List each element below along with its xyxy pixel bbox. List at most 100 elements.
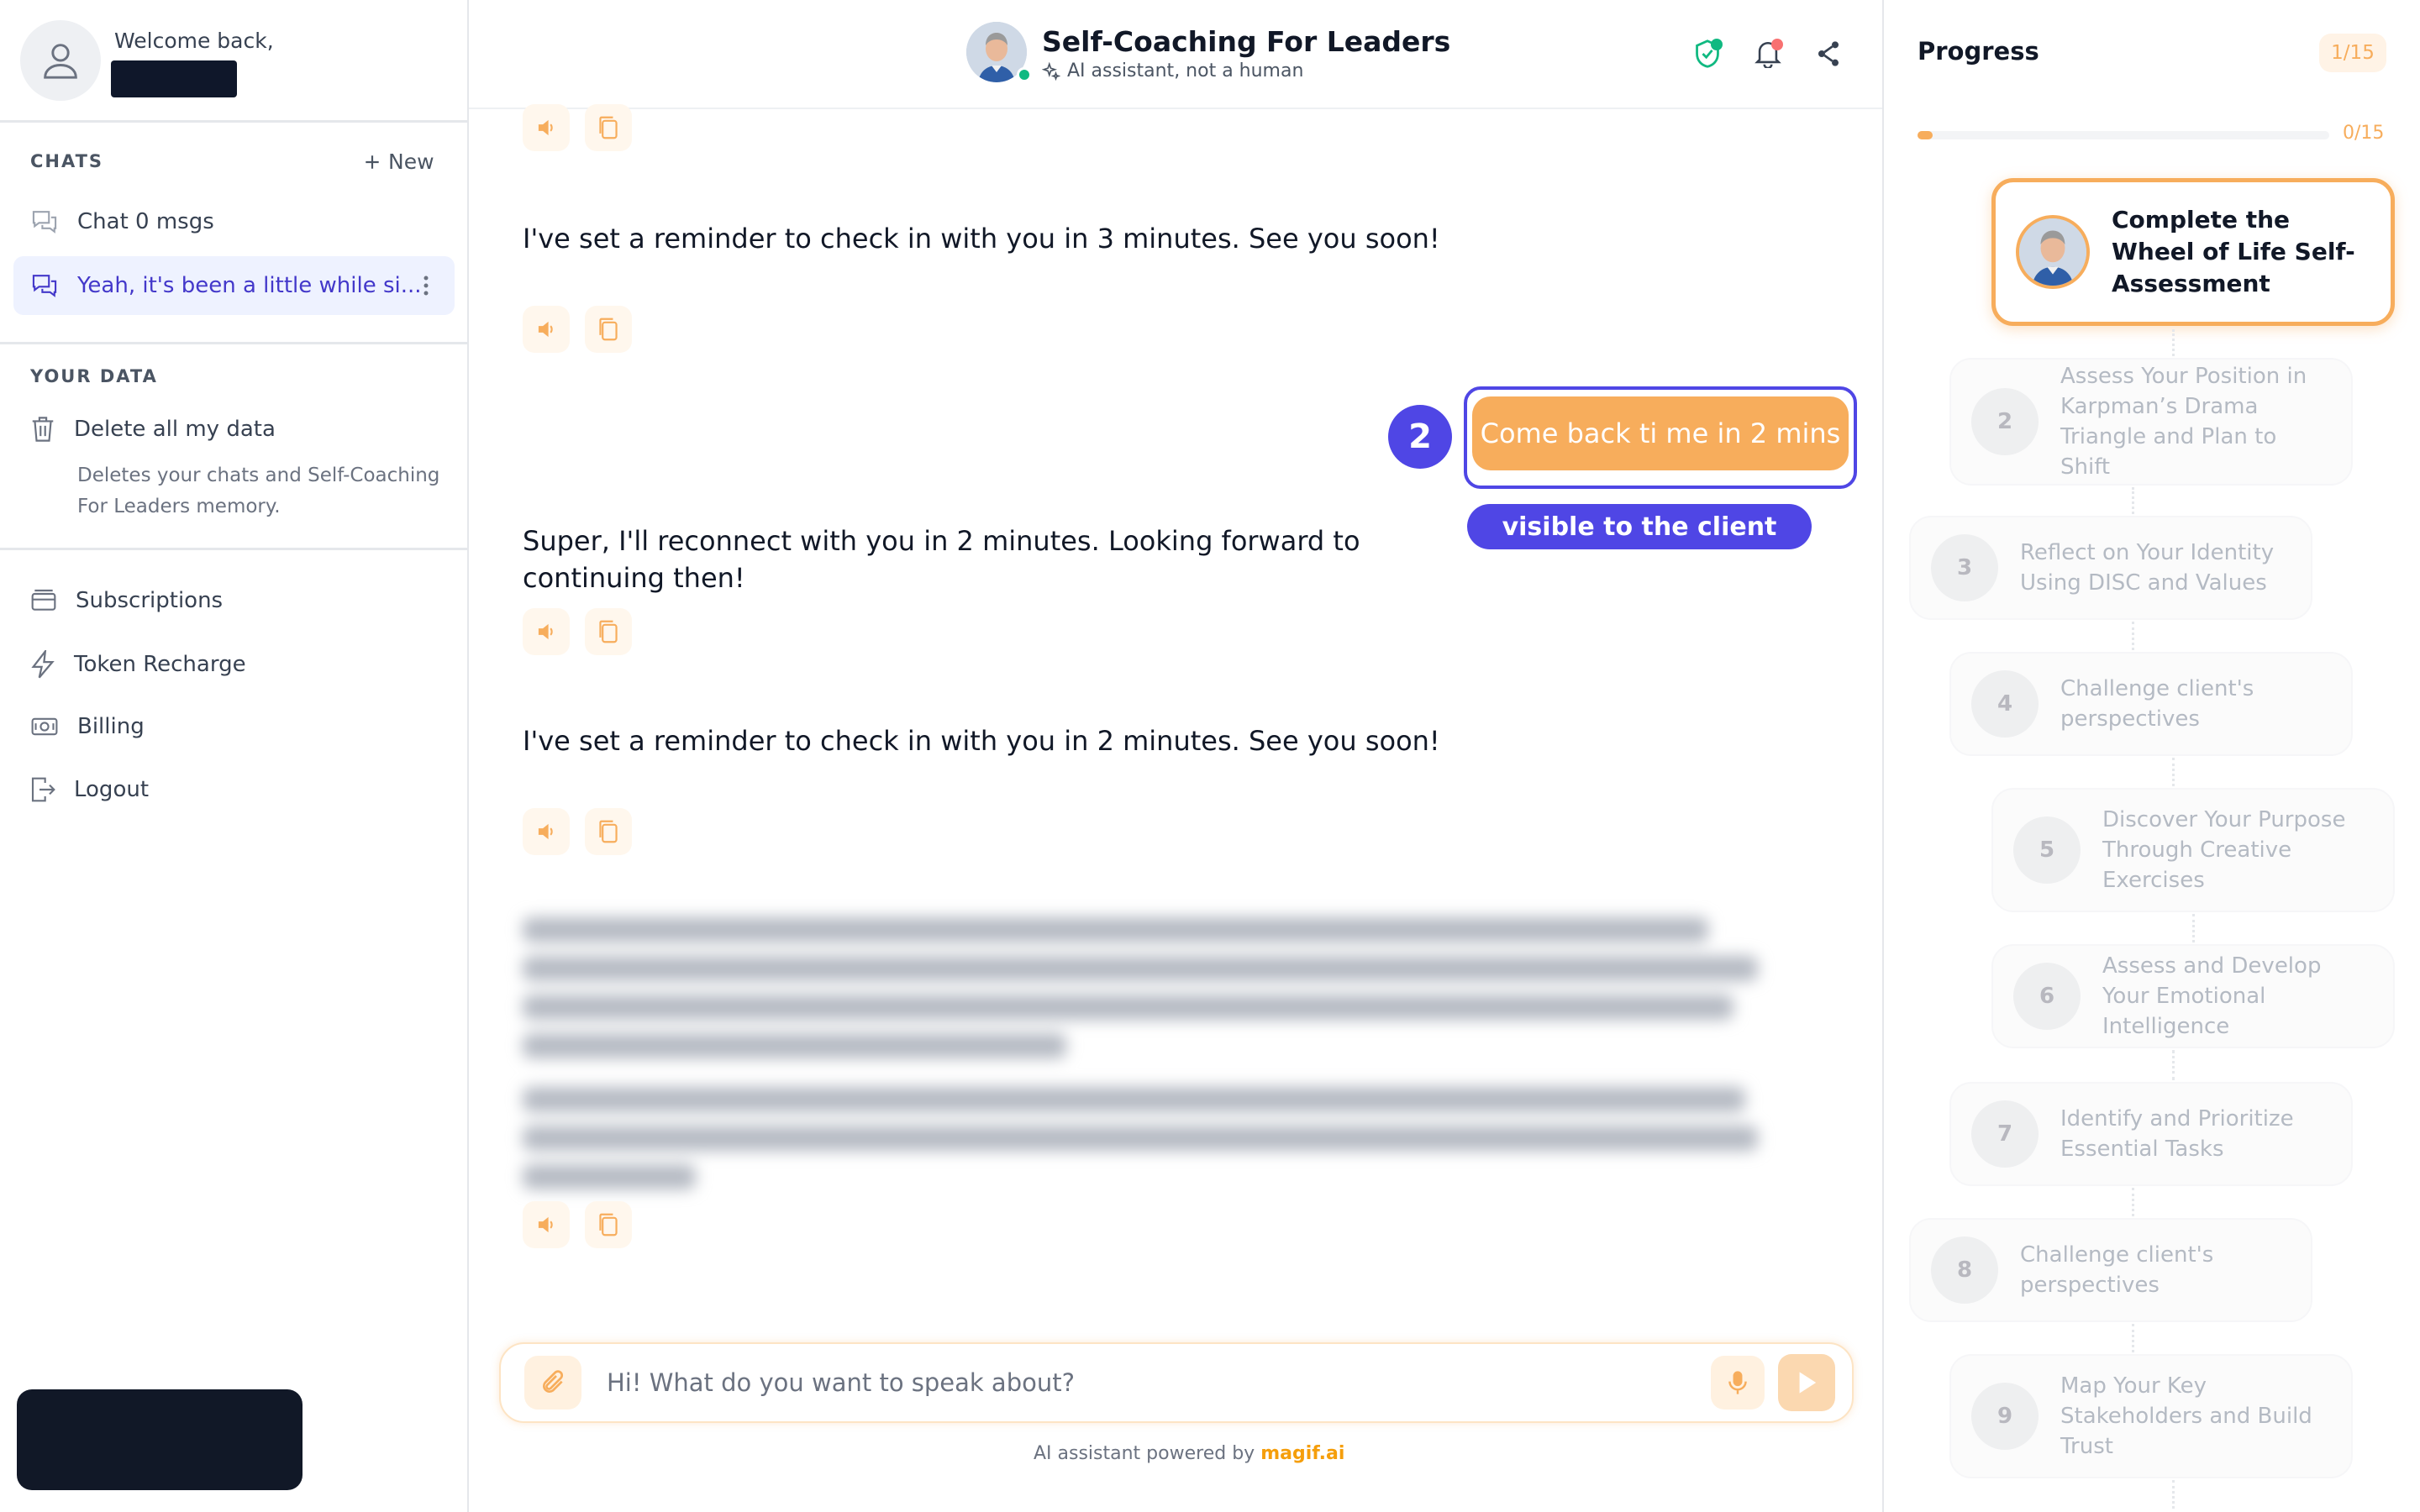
chat-subtitle: AI assistant, not a human bbox=[1042, 60, 1303, 81]
copy-button[interactable] bbox=[585, 608, 632, 655]
subscriptions-label: Subscriptions bbox=[76, 588, 224, 613]
share-icon bbox=[1818, 41, 1839, 66]
delete-data-label: Delete all my data bbox=[74, 417, 276, 442]
copy-icon bbox=[599, 820, 618, 843]
sparkles-icon bbox=[1042, 61, 1060, 81]
step-number: 4 bbox=[1971, 670, 2039, 738]
logout-link[interactable]: Logout bbox=[13, 760, 455, 819]
step-connector bbox=[2172, 1050, 2175, 1080]
blurred-message bbox=[523, 917, 1758, 1194]
speaker-icon bbox=[538, 321, 553, 338]
voice-input-button[interactable] bbox=[1711, 1356, 1765, 1410]
copy-icon bbox=[599, 1213, 618, 1236]
delete-data-button[interactable]: Delete all my data bbox=[13, 400, 455, 459]
assistant-message: Super, I'll reconnect with you in 2 minu… bbox=[523, 525, 1360, 594]
step-number: 9 bbox=[1971, 1383, 2039, 1450]
brand-link[interactable]: magif.ai bbox=[1260, 1443, 1344, 1464]
step-card[interactable]: 8 Challenge client's perspectives bbox=[1909, 1218, 2312, 1322]
step-connector bbox=[2132, 1324, 2134, 1352]
speak-button[interactable] bbox=[523, 104, 570, 151]
copy-button[interactable] bbox=[585, 104, 632, 151]
current-step-card[interactable]: Complete the Wheel of Life Self-Assessme… bbox=[1991, 178, 2395, 326]
chat-bubbles-icon bbox=[32, 211, 57, 234]
divider bbox=[0, 548, 467, 550]
step-label: Challenge client's perspectives bbox=[2060, 676, 2254, 732]
online-status-dot bbox=[1017, 67, 1032, 82]
progress-title: Progress bbox=[1918, 37, 2039, 66]
step-number: 6 bbox=[2013, 963, 2081, 1030]
speak-button[interactable] bbox=[523, 1201, 570, 1248]
step-label: Identify and Prioritize Essential Tasks bbox=[2060, 1106, 2294, 1162]
step-card[interactable]: 4 Challenge client's perspectives bbox=[1949, 652, 2353, 756]
step-card[interactable]: 6 Assess and Develop Your Emotional Inte… bbox=[1991, 944, 2395, 1048]
logout-label: Logout bbox=[74, 777, 150, 802]
step-card[interactable]: 2 Assess Your Position in Karpman’s Dram… bbox=[1949, 358, 2353, 486]
chat-item-label: Yeah, it's been a little while si... bbox=[77, 273, 422, 298]
powered-by-text: AI assistant powered by bbox=[1034, 1443, 1255, 1464]
step-number: 8 bbox=[1931, 1236, 1998, 1304]
redacted-username bbox=[111, 60, 237, 97]
subscriptions-link[interactable]: Subscriptions bbox=[13, 571, 455, 630]
step-number: 7 bbox=[1971, 1100, 2039, 1168]
share-button[interactable] bbox=[1812, 37, 1845, 71]
chat-item-label: Chat 0 msgs bbox=[77, 209, 214, 234]
bolt-icon bbox=[31, 650, 55, 679]
billing-label: Billing bbox=[77, 714, 145, 739]
chat-bubbles-icon bbox=[32, 275, 57, 297]
trash-icon bbox=[32, 417, 54, 442]
more-vertical-icon[interactable] bbox=[423, 275, 429, 297]
speak-button[interactable] bbox=[523, 306, 570, 353]
step-connector bbox=[2172, 758, 2175, 786]
step-card[interactable]: 5 Discover Your Purpose Through Creative… bbox=[1991, 788, 2395, 912]
speak-button[interactable] bbox=[523, 808, 570, 855]
message-actions bbox=[523, 104, 632, 151]
step-label: Map Your Key Stakeholders and Build Trus… bbox=[2060, 1373, 2312, 1459]
privacy-shield-button[interactable] bbox=[1691, 37, 1724, 71]
token-recharge-link[interactable]: Token Recharge bbox=[13, 635, 455, 694]
chat-item[interactable]: Chat 0 msgs bbox=[13, 192, 455, 251]
step-label: Assess Your Position in Karpman’s Drama … bbox=[2060, 364, 2307, 480]
step-label: Challenge client's perspectives bbox=[2020, 1242, 2214, 1298]
assistant-message: I've set a reminder to check in with you… bbox=[523, 223, 1440, 255]
step-card[interactable]: 3 Reflect on Your Identity Using DISC an… bbox=[1909, 516, 2312, 620]
copy-icon bbox=[599, 116, 618, 139]
step-label: Discover Your Purpose Through Creative E… bbox=[2102, 807, 2346, 893]
step-connector bbox=[2132, 1188, 2134, 1216]
chats-section-label: CHATS bbox=[30, 151, 104, 171]
notifications-button[interactable] bbox=[1751, 37, 1785, 71]
new-chat-button[interactable]: New bbox=[363, 150, 434, 174]
step-card[interactable]: 7 Identify and Prioritize Essential Task… bbox=[1949, 1082, 2353, 1186]
assistant-message: I've set a reminder to check in with you… bbox=[523, 725, 1440, 757]
step-number: 3 bbox=[1931, 534, 1998, 601]
welcome-text: Welcome back, bbox=[114, 29, 274, 53]
subtitle-text: AI assistant, not a human bbox=[1067, 60, 1304, 81]
your-data-section-label: YOUR DATA bbox=[30, 366, 158, 386]
speaker-icon bbox=[538, 119, 553, 136]
step-label: Assess and Develop Your Emotional Intell… bbox=[2102, 953, 2322, 1039]
progress-bar-track bbox=[1918, 131, 2329, 139]
annotation-label: visible to the client bbox=[1467, 504, 1812, 549]
copy-icon bbox=[599, 620, 618, 643]
step-card[interactable]: 9 Map Your Key Stakeholders and Build Tr… bbox=[1949, 1354, 2353, 1478]
powered-by-footer: AI assistant powered by magif.ai bbox=[1034, 1443, 1344, 1464]
step-label: Complete the Wheel of Life Self-Assessme… bbox=[2112, 206, 2355, 297]
step-connector bbox=[2172, 1480, 2175, 1509]
user-avatar[interactable] bbox=[20, 20, 101, 101]
billing-link[interactable]: Billing bbox=[13, 697, 455, 756]
divider bbox=[0, 342, 467, 344]
send-button[interactable] bbox=[1778, 1354, 1835, 1411]
message-actions bbox=[523, 306, 632, 353]
speak-button[interactable] bbox=[523, 608, 570, 655]
chat-item-active[interactable]: Yeah, it's been a little while si... bbox=[13, 256, 455, 315]
attach-button[interactable] bbox=[524, 1356, 581, 1410]
paperclip-icon bbox=[543, 1370, 564, 1393]
copy-button[interactable] bbox=[585, 808, 632, 855]
message-input[interactable] bbox=[607, 1359, 1699, 1406]
copy-button[interactable] bbox=[585, 306, 632, 353]
step-label: Reflect on Your Identity Using DISC and … bbox=[2020, 540, 2275, 596]
copy-icon bbox=[599, 318, 618, 341]
copy-button[interactable] bbox=[585, 1201, 632, 1248]
divider bbox=[0, 120, 467, 123]
step-number: 5 bbox=[2013, 816, 2081, 884]
toast-notification[interactable] bbox=[17, 1389, 302, 1490]
